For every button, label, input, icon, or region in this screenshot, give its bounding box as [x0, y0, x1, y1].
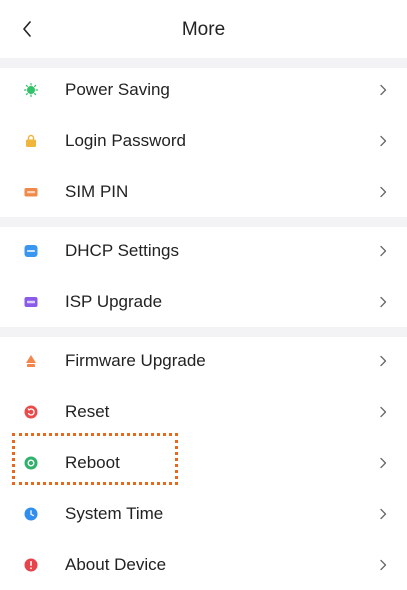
- chevron-right-icon: [379, 508, 387, 520]
- info-icon: [24, 558, 38, 572]
- lock-icon: [24, 134, 38, 148]
- menu-item-label: Login Password: [65, 130, 186, 150]
- menu-item-label: Reboot: [65, 452, 120, 472]
- menu-item-label: SIM PIN: [65, 181, 129, 201]
- chevron-right-icon: [379, 245, 387, 257]
- menu-item-label: DHCP Settings: [65, 240, 180, 260]
- reboot-icon: [24, 456, 38, 470]
- menu-item-isp-upgrade[interactable]: ISP Upgrade: [0, 276, 407, 327]
- menu-item-label: Reset: [65, 401, 110, 421]
- chevron-right-icon: [379, 406, 387, 418]
- menu-item-sim-pin[interactable]: SIM PIN: [0, 166, 407, 217]
- chevron-right-icon: [379, 355, 387, 367]
- menu-item-dhcp-settings[interactable]: DHCP Settings: [0, 225, 407, 276]
- chevron-right-icon: [379, 186, 387, 198]
- menu-item-system-time[interactable]: System Time: [0, 488, 407, 539]
- clock-icon: [24, 507, 38, 521]
- chevron-right-icon: [379, 457, 387, 469]
- firmware-icon: [24, 354, 38, 368]
- chevron-right-icon: [379, 135, 387, 147]
- header-bar: More: [0, 0, 407, 58]
- menu-item-reboot[interactable]: Reboot: [0, 437, 407, 488]
- menu-item-label: System Time: [65, 503, 164, 523]
- dhcp-icon: [24, 244, 38, 258]
- menu-item-power-saving[interactable]: Power Saving: [0, 64, 407, 115]
- menu-item-login-password[interactable]: Login Password: [0, 115, 407, 166]
- menu-item-reset[interactable]: Reset: [0, 386, 407, 437]
- menu-item-label: Power Saving: [65, 79, 170, 99]
- chevron-right-icon: [379, 296, 387, 308]
- menu-item-firmware-upgrade[interactable]: Firmware Upgrade: [0, 335, 407, 386]
- menu-item-label: Firmware Upgrade: [65, 350, 206, 370]
- chevron-right-icon: [379, 559, 387, 571]
- page-title: More: [181, 19, 226, 40]
- reset-icon: [24, 405, 38, 419]
- menu-item-label: About Device: [65, 554, 167, 574]
- sim-pin-icon: [24, 185, 38, 199]
- menu-item-about-device[interactable]: About Device: [0, 539, 407, 590]
- menu-item-label: ISP Upgrade: [65, 291, 163, 311]
- power-saving-icon: [24, 82, 38, 97]
- chevron-right-icon: [379, 84, 387, 96]
- isp-icon: [24, 295, 38, 309]
